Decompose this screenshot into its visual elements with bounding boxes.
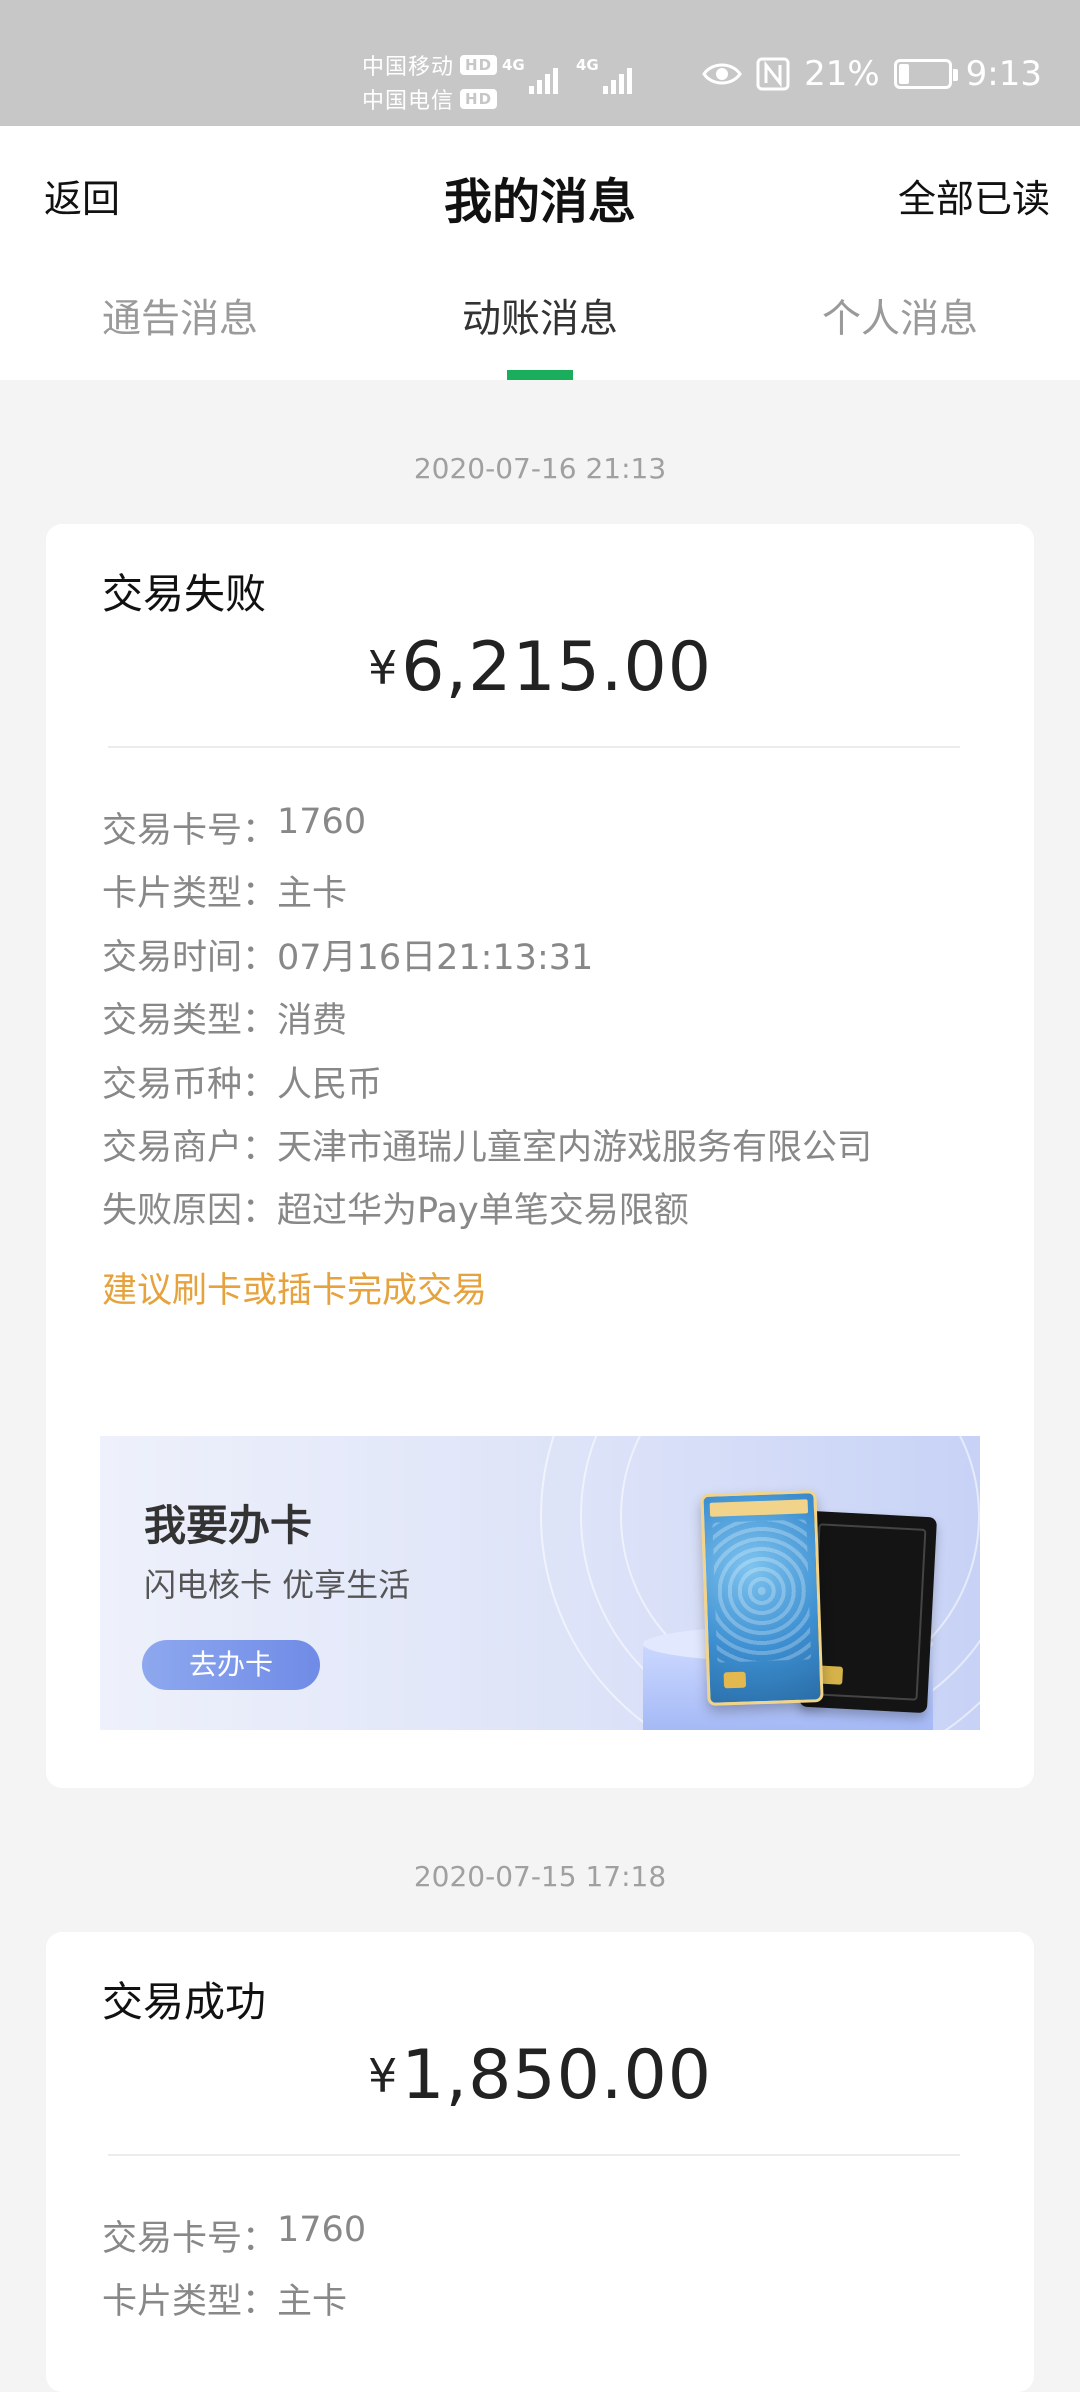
clock: 9:13 xyxy=(965,54,1042,94)
apply-card-banner[interactable]: 我要办卡 闪电核卡 优享生活 去办卡 xyxy=(100,1436,980,1730)
currency-symbol: ¥ xyxy=(367,641,398,695)
message-timestamp: 2020-07-15 17:18 xyxy=(413,1860,667,1893)
detail-key: 失败原因： xyxy=(102,1191,278,1232)
battery-percent: 21% xyxy=(804,54,880,94)
detail-key: 卡片类型： xyxy=(102,874,278,915)
mark-all-read-button[interactable]: 全部已读 xyxy=(898,168,1050,223)
active-tab-indicator xyxy=(507,370,573,380)
tab-announcements[interactable]: 通告消息 xyxy=(0,286,360,380)
header: 返回 我的消息 全部已读 通告消息 动账消息 个人消息 xyxy=(0,126,1080,380)
detail-key: 交易卡号： xyxy=(102,2219,278,2259)
detail-row: 交易商户： 天津市通瑞儿童室内游戏服务有限公司 xyxy=(102,1119,872,1182)
detail-key: 交易币种： xyxy=(102,1064,278,1105)
detail-key: 交易时间： xyxy=(102,937,278,978)
transaction-status: 交易失败 xyxy=(102,570,266,618)
amount-value: 6,215.00 xyxy=(401,628,713,707)
detail-row: 交易卡号： 1760 xyxy=(102,802,872,865)
detail-key: 交易类型： xyxy=(102,1001,278,1042)
banner-title: 我要办卡 xyxy=(144,1501,313,1550)
tab-personal[interactable]: 个人消息 xyxy=(720,286,1080,380)
credit-card-image xyxy=(700,1490,824,1706)
signal-2-icon: 4G xyxy=(576,56,632,96)
detail-value: 主卡 xyxy=(277,874,348,915)
signal-1-icon: 4G xyxy=(502,56,558,96)
detail-row: 卡片类型： 主卡 xyxy=(102,2273,366,2336)
detail-value: 超过华为Pay单笔交易限额 xyxy=(277,1191,689,1232)
carrier-info: 中国移动 HD 中国电信 HD xyxy=(362,48,498,116)
message-timestamp: 2020-07-16 21:13 xyxy=(413,452,667,485)
divider xyxy=(108,2154,960,2156)
detail-row: 失败原因： 超过华为Pay单笔交易限额 xyxy=(102,1182,872,1245)
message-card[interactable]: 交易失败 ¥6,215.00 交易卡号： 1760 卡片类型： 主卡 交易时间： 07… xyxy=(46,524,1034,1788)
detail-value: 1760 xyxy=(277,802,367,842)
detail-key: 卡片类型： xyxy=(102,2282,278,2323)
back-button[interactable]: 返回 xyxy=(44,168,120,223)
tab-label: 个人消息 xyxy=(821,297,978,342)
tab-bar: 通告消息 动账消息 个人消息 xyxy=(0,286,1080,380)
detail-key: 交易卡号： xyxy=(102,811,278,851)
eye-icon xyxy=(702,63,742,85)
status-bar: 中国移动 HD 中国电信 HD 4G 4G 21% 9:13 xyxy=(0,0,1080,126)
detail-row: 交易卡号： 1760 xyxy=(102,2210,366,2273)
transaction-advice: 建议刷卡或插卡完成交易 xyxy=(102,1271,488,1311)
currency-symbol: ¥ xyxy=(367,2049,398,2103)
detail-row: 卡片类型： 主卡 xyxy=(102,865,872,928)
message-card[interactable]: 交易成功 ¥1,850.00 交易卡号： 1760 卡片类型： 主卡 xyxy=(46,1932,1034,2392)
banner-subtitle: 闪电核卡 优享生活 xyxy=(144,1566,411,1604)
detail-row: 交易类型： 消费 xyxy=(102,992,872,1055)
hd-badge: HD xyxy=(460,89,498,109)
carrier-2-label: 中国电信 xyxy=(362,89,455,114)
divider xyxy=(108,746,960,748)
tab-label: 通告消息 xyxy=(101,297,258,342)
carrier-1-label: 中国移动 xyxy=(362,55,455,80)
signal-indicators: 4G 4G xyxy=(502,56,632,96)
nfc-icon xyxy=(756,57,790,91)
amount-value: 1,850.00 xyxy=(401,2036,713,2115)
tab-transactions[interactable]: 动账消息 xyxy=(360,286,720,380)
transaction-status: 交易成功 xyxy=(102,1978,266,2026)
detail-row: 交易时间： 07月16日21:13:31 xyxy=(102,929,872,992)
tab-label: 动账消息 xyxy=(461,297,618,342)
detail-value: 1760 xyxy=(277,2210,367,2250)
hd-badge: HD xyxy=(460,55,498,75)
detail-value: 主卡 xyxy=(277,2282,348,2323)
transaction-details: 交易卡号： 1760 卡片类型： 主卡 交易时间： 07月16日21:13:31 交易… xyxy=(102,802,872,1246)
detail-value: 消费 xyxy=(277,1001,348,1042)
network-type-2: 4G xyxy=(576,56,599,74)
apply-card-button[interactable]: 去办卡 xyxy=(142,1640,320,1690)
network-type-1: 4G xyxy=(502,56,525,74)
detail-row: 交易币种： 人民币 xyxy=(102,1056,872,1119)
detail-value: 人民币 xyxy=(277,1064,383,1105)
battery-icon xyxy=(893,59,958,89)
detail-value: 天津市通瑞儿童室内游戏服务有限公司 xyxy=(277,1127,873,1168)
transaction-amount: ¥6,215.00 xyxy=(46,628,1034,707)
transaction-amount: ¥1,850.00 xyxy=(46,2036,1034,2115)
transaction-details: 交易卡号： 1760 卡片类型： 主卡 xyxy=(102,2210,366,2337)
detail-value: 07月16日21:13:31 xyxy=(277,937,594,978)
detail-key: 交易商户： xyxy=(102,1127,278,1168)
